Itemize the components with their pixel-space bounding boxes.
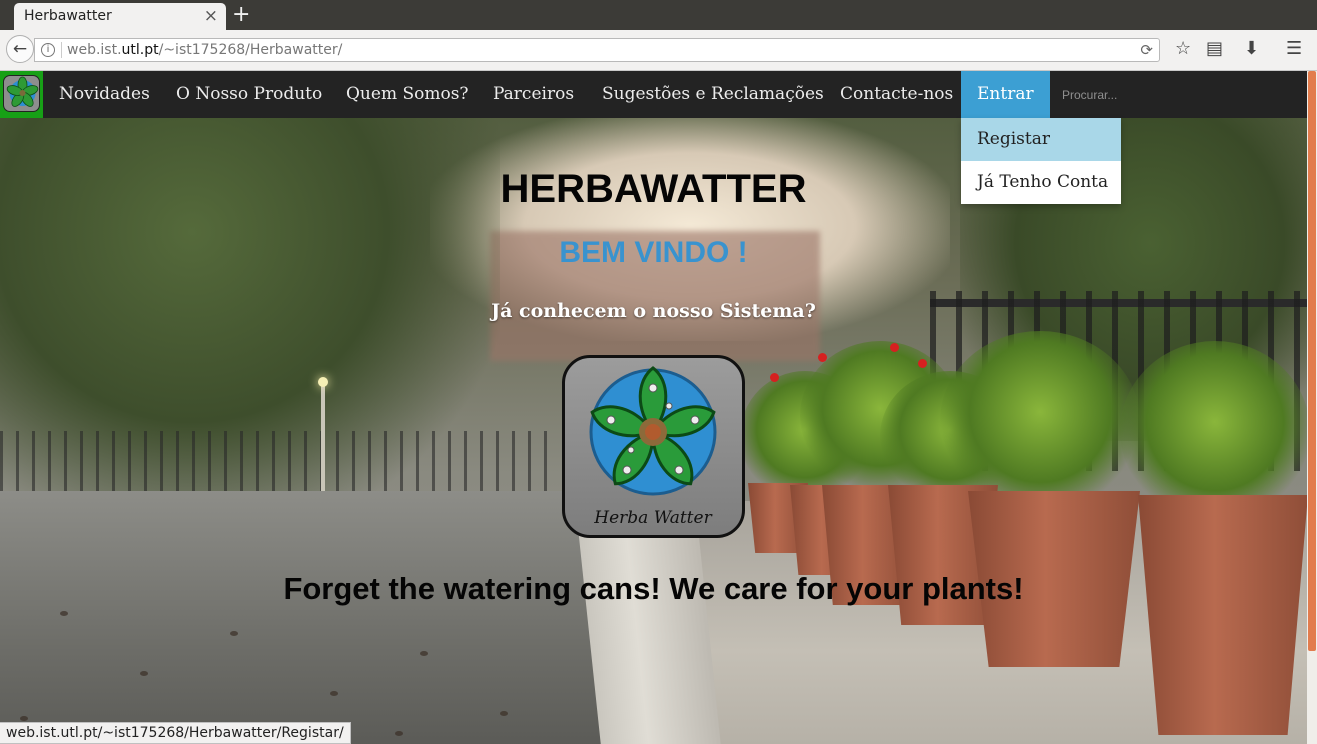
url-text[interactable]: web.ist.utl.pt/~ist175268/Herbawatter/ bbox=[67, 42, 342, 58]
browser-tab[interactable]: Herbawatter × bbox=[14, 3, 226, 30]
fallen-leaf bbox=[420, 651, 428, 656]
dropdown-item-registar[interactable]: Registar bbox=[961, 118, 1121, 161]
nav-item-o-nosso-produto[interactable]: O Nosso Produto bbox=[176, 71, 322, 118]
url-prefix: web.ist. bbox=[67, 42, 122, 58]
fallen-leaf bbox=[140, 671, 148, 676]
browser-toolbar: ← i web.ist.utl.pt/~ist175268/Herbawatte… bbox=[0, 30, 1317, 71]
fallen-leaf bbox=[500, 711, 508, 716]
fallen-leaf bbox=[20, 716, 28, 721]
back-arrow-icon[interactable]: ← bbox=[6, 35, 34, 63]
entrar-dropdown-menu: Registar Já Tenho Conta bbox=[961, 118, 1121, 204]
nav-item-contacte-nos[interactable]: Contacte-nos bbox=[840, 71, 953, 118]
street-lamp-light bbox=[318, 377, 328, 387]
herbawatter-logo: Herba Watter bbox=[562, 355, 745, 538]
background-road bbox=[0, 491, 610, 744]
nav-item-novidades[interactable]: Novidades bbox=[59, 71, 150, 118]
nav-item-entrar[interactable]: Entrar bbox=[961, 71, 1050, 118]
url-separator bbox=[61, 42, 62, 58]
nav-item-sugestoes-e-reclamacoes[interactable]: Sugestões e Reclamações bbox=[602, 71, 824, 118]
close-tab-icon[interactable]: × bbox=[204, 6, 218, 26]
potted-plant bbox=[1120, 341, 1307, 521]
red-flower bbox=[770, 373, 779, 382]
info-icon[interactable]: i bbox=[41, 43, 55, 57]
nav-item-parceiros[interactable]: Parceiros bbox=[493, 71, 574, 118]
flower-pot bbox=[1138, 495, 1307, 735]
red-flower bbox=[918, 359, 927, 368]
potted-plant bbox=[940, 331, 1140, 511]
browser-tab-strip: Herbawatter × + bbox=[0, 0, 1317, 30]
nav-item-quem-somos[interactable]: Quem Somos? bbox=[346, 71, 469, 118]
fallen-leaf bbox=[395, 731, 403, 736]
address-bar[interactable]: i web.ist.utl.pt/~ist175268/Herbawatter/… bbox=[34, 38, 1160, 62]
red-flower bbox=[818, 353, 827, 362]
dropdown-item-ja-tenho-conta[interactable]: Já Tenho Conta bbox=[961, 161, 1121, 204]
site-navbar: Novidades O Nosso Produto Quem Somos? Pa… bbox=[0, 71, 1307, 118]
fallen-leaf bbox=[230, 631, 238, 636]
search-input[interactable] bbox=[1048, 81, 1298, 109]
street-lamp-pole bbox=[321, 385, 325, 495]
reload-icon[interactable]: ⟳ bbox=[1140, 41, 1153, 59]
intro-question: Já conhecem o nosso Sistema? bbox=[491, 300, 816, 322]
page-viewport: Novidades O Nosso Produto Quem Somos? Pa… bbox=[0, 71, 1307, 744]
scrollbar-thumb[interactable] bbox=[1308, 71, 1316, 651]
star-icon[interactable]: ☆ bbox=[1175, 38, 1191, 59]
page-scrollbar[interactable] bbox=[1307, 71, 1317, 744]
fallen-leaf bbox=[60, 611, 68, 616]
link-status-bar: web.ist.utl.pt/~ist175268/Herbawatter/Re… bbox=[0, 722, 351, 744]
menu-icon[interactable]: ☰ bbox=[1286, 38, 1302, 59]
site-logo-button[interactable] bbox=[0, 71, 43, 118]
herbawatter-logo-icon bbox=[3, 75, 40, 112]
red-flower bbox=[890, 343, 899, 352]
logo-caption: Herba Watter bbox=[593, 508, 712, 528]
download-icon[interactable]: ⬇ bbox=[1244, 38, 1259, 59]
tagline: Forget the watering cans! We care for yo… bbox=[283, 571, 1024, 606]
tab-title: Herbawatter bbox=[24, 8, 112, 24]
new-tab-icon[interactable]: + bbox=[232, 2, 250, 27]
url-domain: utl.pt bbox=[121, 42, 159, 58]
welcome-heading: BEM VINDO ! bbox=[559, 236, 748, 269]
url-path: /~ist175268/Herbawatter/ bbox=[158, 42, 343, 58]
reading-list-icon[interactable]: ▤ bbox=[1206, 38, 1223, 59]
fallen-leaf bbox=[330, 691, 338, 696]
